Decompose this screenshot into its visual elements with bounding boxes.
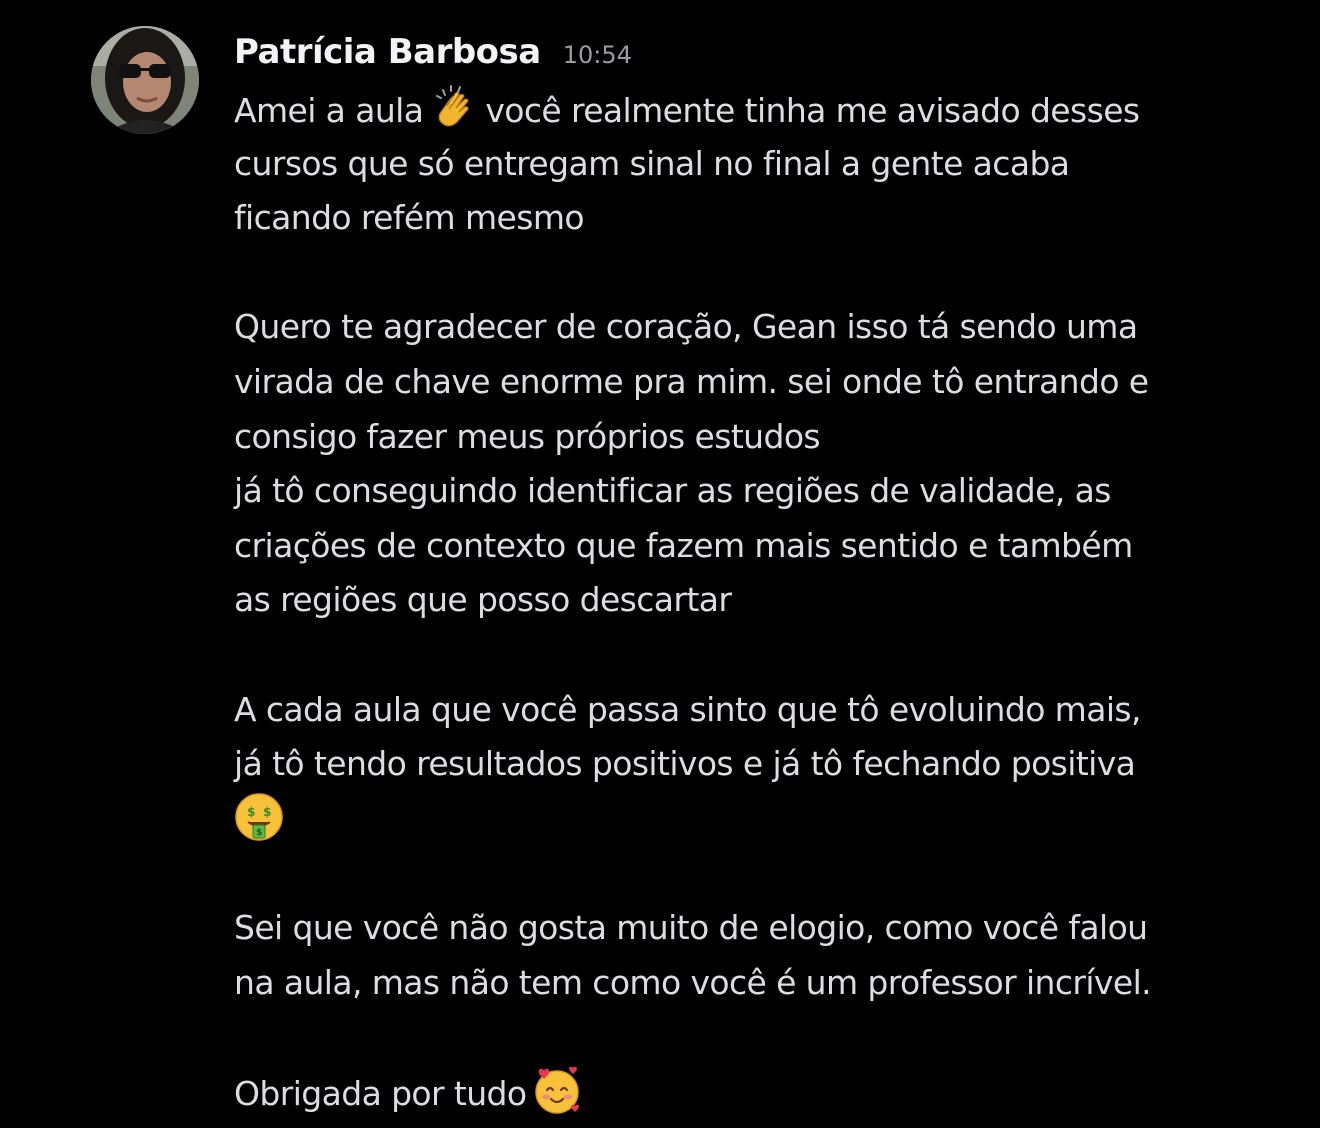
svg-text:$: $ [247,805,255,819]
svg-text:$: $ [256,828,262,838]
svg-text:$: $ [263,805,271,819]
message-line: na aula, mas não tem como você é um prof… [234,962,1152,1002]
author-name[interactable]: Patrícia Barbosa [234,32,541,72]
money-mouth-face-icon: $ $ $ [234,792,284,842]
message-line: A cada aula que você passa sinto que tô … [234,689,1141,729]
avatar[interactable] [91,26,199,134]
avatar-image [91,26,199,134]
message-line: cursos que só entregam sinal no final a … [234,143,1070,183]
message-line: virada de chave enorme pra mim. sei onde… [234,361,1149,401]
message-line: ficando refém mesmo [234,198,585,238]
message-line: Amei a aula você realmente tinha me avis… [234,82,1234,137]
message-line: Obrigada por tudo [234,1065,1234,1120]
message-line: as regiões que posso descartar [234,580,732,620]
message-body: Amei a aula você realmente tinha me avis… [234,82,1234,1119]
smiling-face-with-hearts-icon [532,1065,582,1115]
message-line: já tô tendo resultados positivos e já tô… [234,744,1136,784]
clapping-hands-icon [429,82,479,132]
message-line: já tô conseguindo identificar as regiões… [234,471,1111,511]
message-line: Quero te agradecer de coração, Gean isso… [234,307,1138,347]
message-line: $ $ $ [234,792,1234,847]
timestamp: 10:54 [562,41,632,69]
message-line: criações de contexto que fazem mais sent… [234,525,1133,565]
message-header: Patrícia Barbosa 10:54 [234,32,632,82]
chat-message: Patrícia Barbosa 10:54 Amei a aula você … [0,0,1320,1128]
message-line: consigo fazer meus próprios estudos [234,416,821,456]
message-line: Sei que você não gosta muito de elogio, … [234,907,1148,947]
